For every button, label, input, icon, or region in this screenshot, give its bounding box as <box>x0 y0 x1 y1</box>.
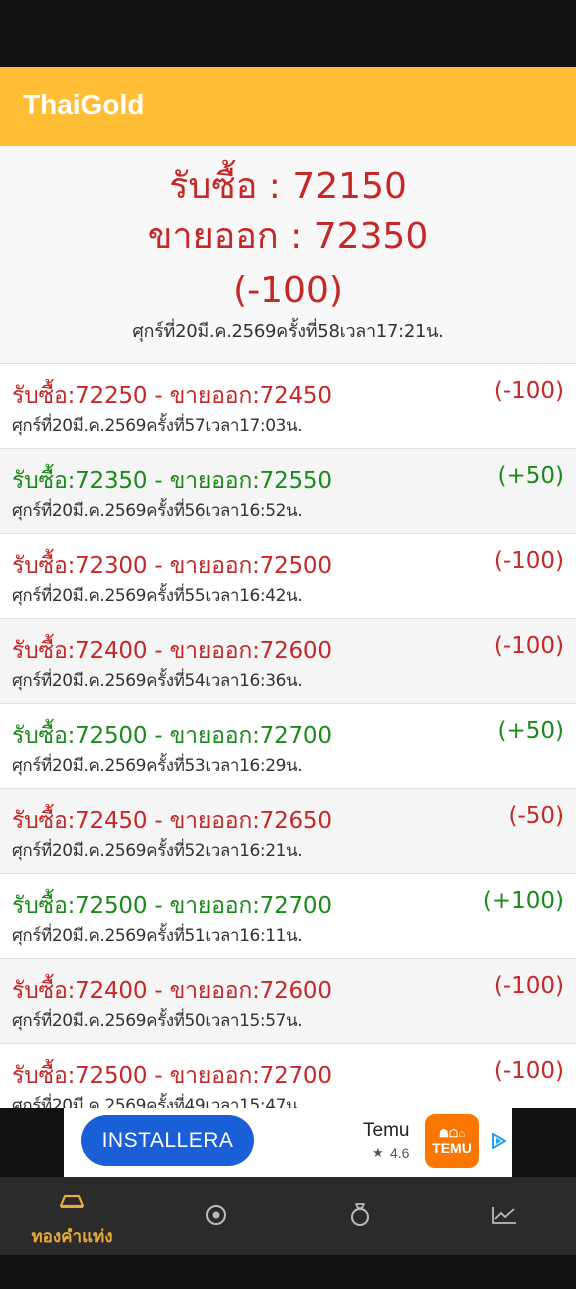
history-prices: รับซื้อ:72500 - ขายออก:72700 <box>12 1063 332 1089</box>
history-timestamp: ศุกร์ที่20มี.ค.2569ครั้งที่53เวลา16:29น. <box>12 756 303 776</box>
app-bar: ThaiGold <box>0 67 576 146</box>
ad-app-logo[interactable]: ☗☖⌂ TEMU <box>425 1114 479 1168</box>
star-icon: ★ <box>372 1146 384 1161</box>
status-bar <box>0 0 576 67</box>
history-timestamp: ศุกร์ที่20มี.ค.2569ครั้งที่57เวลา17:03น. <box>12 416 303 436</box>
gold-bar-icon <box>59 1194 85 1208</box>
history-prices: รับซื้อ:72400 - ขายออก:72600 <box>12 638 332 664</box>
history-row: รับซื้อ:72300 - ขายออก:72500 (-100) ศุกร… <box>0 534 576 619</box>
app-title: ThaiGold <box>23 89 145 120</box>
latest-timestamp: ศุกร์ที่20มี.ค.2569ครั้งที่58เวลา17:21น. <box>132 321 444 342</box>
ad-rating: 4.6 <box>390 1145 410 1161</box>
history-prices: รับซื้อ:72500 - ขายออก:72700 <box>12 723 332 749</box>
ad-choices-icon[interactable] <box>490 1132 508 1150</box>
ring-icon <box>351 1203 369 1226</box>
latest-buy-price: รับซื้อ : 72150 <box>169 166 407 207</box>
ad-logo-text: TEMU <box>432 1140 472 1156</box>
history-prices: รับซื้อ:72300 - ขายออก:72500 <box>12 553 332 579</box>
ad-logo-glyph-row: ☗☖⌂ <box>438 1128 466 1140</box>
latest-change: (-100) <box>233 270 343 311</box>
history-row: รับซื้อ:72400 - ขายออก:72600 (-100) ศุกร… <box>0 959 576 1044</box>
nav-item-gold-bar[interactable]: ทองคำแท่ง <box>0 1177 144 1255</box>
ad-install-button[interactable]: INSTALLERA <box>81 1115 254 1166</box>
nav-label-gold-bar: ทองคำแท่ง <box>31 1227 113 1247</box>
target-icon <box>206 1205 226 1225</box>
ad-app-name: Temu <box>363 1120 410 1141</box>
history-row: รับซื้อ:72450 - ขายออก:72650 (-50) ศุกร์… <box>0 789 576 874</box>
system-navigation-bar <box>0 1255 576 1289</box>
history-timestamp: ศุกร์ที่20มี.ค.2569ครั้งที่55เวลา16:42น. <box>12 586 303 606</box>
bottom-navigation: ทองคำแท่ง <box>0 1177 576 1255</box>
history-change: (-100) <box>493 973 564 999</box>
history-row: รับซื้อ:72250 - ขายออก:72450 (-100) ศุกร… <box>0 364 576 449</box>
history-change: (-100) <box>493 633 564 659</box>
history-timestamp: ศุกร์ที่20มี.ค.2569ครั้งที่56เวลา16:52น. <box>12 501 303 521</box>
history-row: รับซื้อ:72500 - ขายออก:72700 (-100) ศุกร… <box>0 1044 576 1108</box>
history-row: รับซื้อ:72350 - ขายออก:72550 (+50) ศุกร์… <box>0 449 576 534</box>
history-change: (-50) <box>508 803 564 829</box>
history-row: รับซื้อ:72500 - ขายออก:72700 (+50) ศุกร์… <box>0 704 576 789</box>
ad-banner[interactable]: INSTALLERA Temu ★ 4.6 ☗☖⌂ TEMU <box>64 1108 512 1177</box>
nav-item-ring[interactable] <box>288 1177 432 1255</box>
price-list[interactable]: รับซื้อ : 72150 ขายออก : 72350 (-100) ศุ… <box>0 146 576 1108</box>
history-change: (+100) <box>482 888 564 914</box>
chart-line-icon <box>492 1207 516 1224</box>
latest-price-card: รับซื้อ : 72150 ขายออก : 72350 (-100) ศุ… <box>0 146 576 364</box>
history-timestamp: ศุกร์ที่20มี.ค.2569ครั้งที่51เวลา16:11น. <box>12 926 303 946</box>
history-prices: รับซื้อ:72450 - ขายออก:72650 <box>12 808 332 834</box>
history-change: (+50) <box>497 718 564 744</box>
history-timestamp: ศุกร์ที่20มี.ค.2569ครั้งที่50เวลา15:57น. <box>12 1011 303 1031</box>
history-prices: รับซื้อ:72500 - ขายออก:72700 <box>12 893 332 919</box>
history-timestamp: ศุกร์ที่20มี.ค.2569ครั้งที่52เวลา16:21น. <box>12 841 303 861</box>
history-timestamp: ศุกร์ที่20มี.ค.2569ครั้งที่49เวลา15:47น. <box>12 1096 303 1108</box>
history-prices: รับซื้อ:72350 - ขายออก:72550 <box>12 468 332 494</box>
nav-item-target[interactable] <box>144 1177 288 1255</box>
history-row: รับซื้อ:72500 - ขายออก:72700 (+100) ศุกร… <box>0 874 576 959</box>
nav-item-chart[interactable] <box>432 1177 576 1255</box>
history-change: (-100) <box>493 378 564 404</box>
history-change: (+50) <box>497 463 564 489</box>
history-change: (-100) <box>493 1058 564 1084</box>
history-prices: รับซื้อ:72400 - ขายออก:72600 <box>12 978 332 1004</box>
history-timestamp: ศุกร์ที่20มี.ค.2569ครั้งที่54เวลา16:36น. <box>12 671 303 691</box>
latest-sell-price: ขายออก : 72350 <box>147 216 429 257</box>
history-change: (-100) <box>493 548 564 574</box>
history-prices: รับซื้อ:72250 - ขายออก:72450 <box>12 383 332 409</box>
history-row: รับซื้อ:72400 - ขายออก:72600 (-100) ศุกร… <box>0 619 576 704</box>
